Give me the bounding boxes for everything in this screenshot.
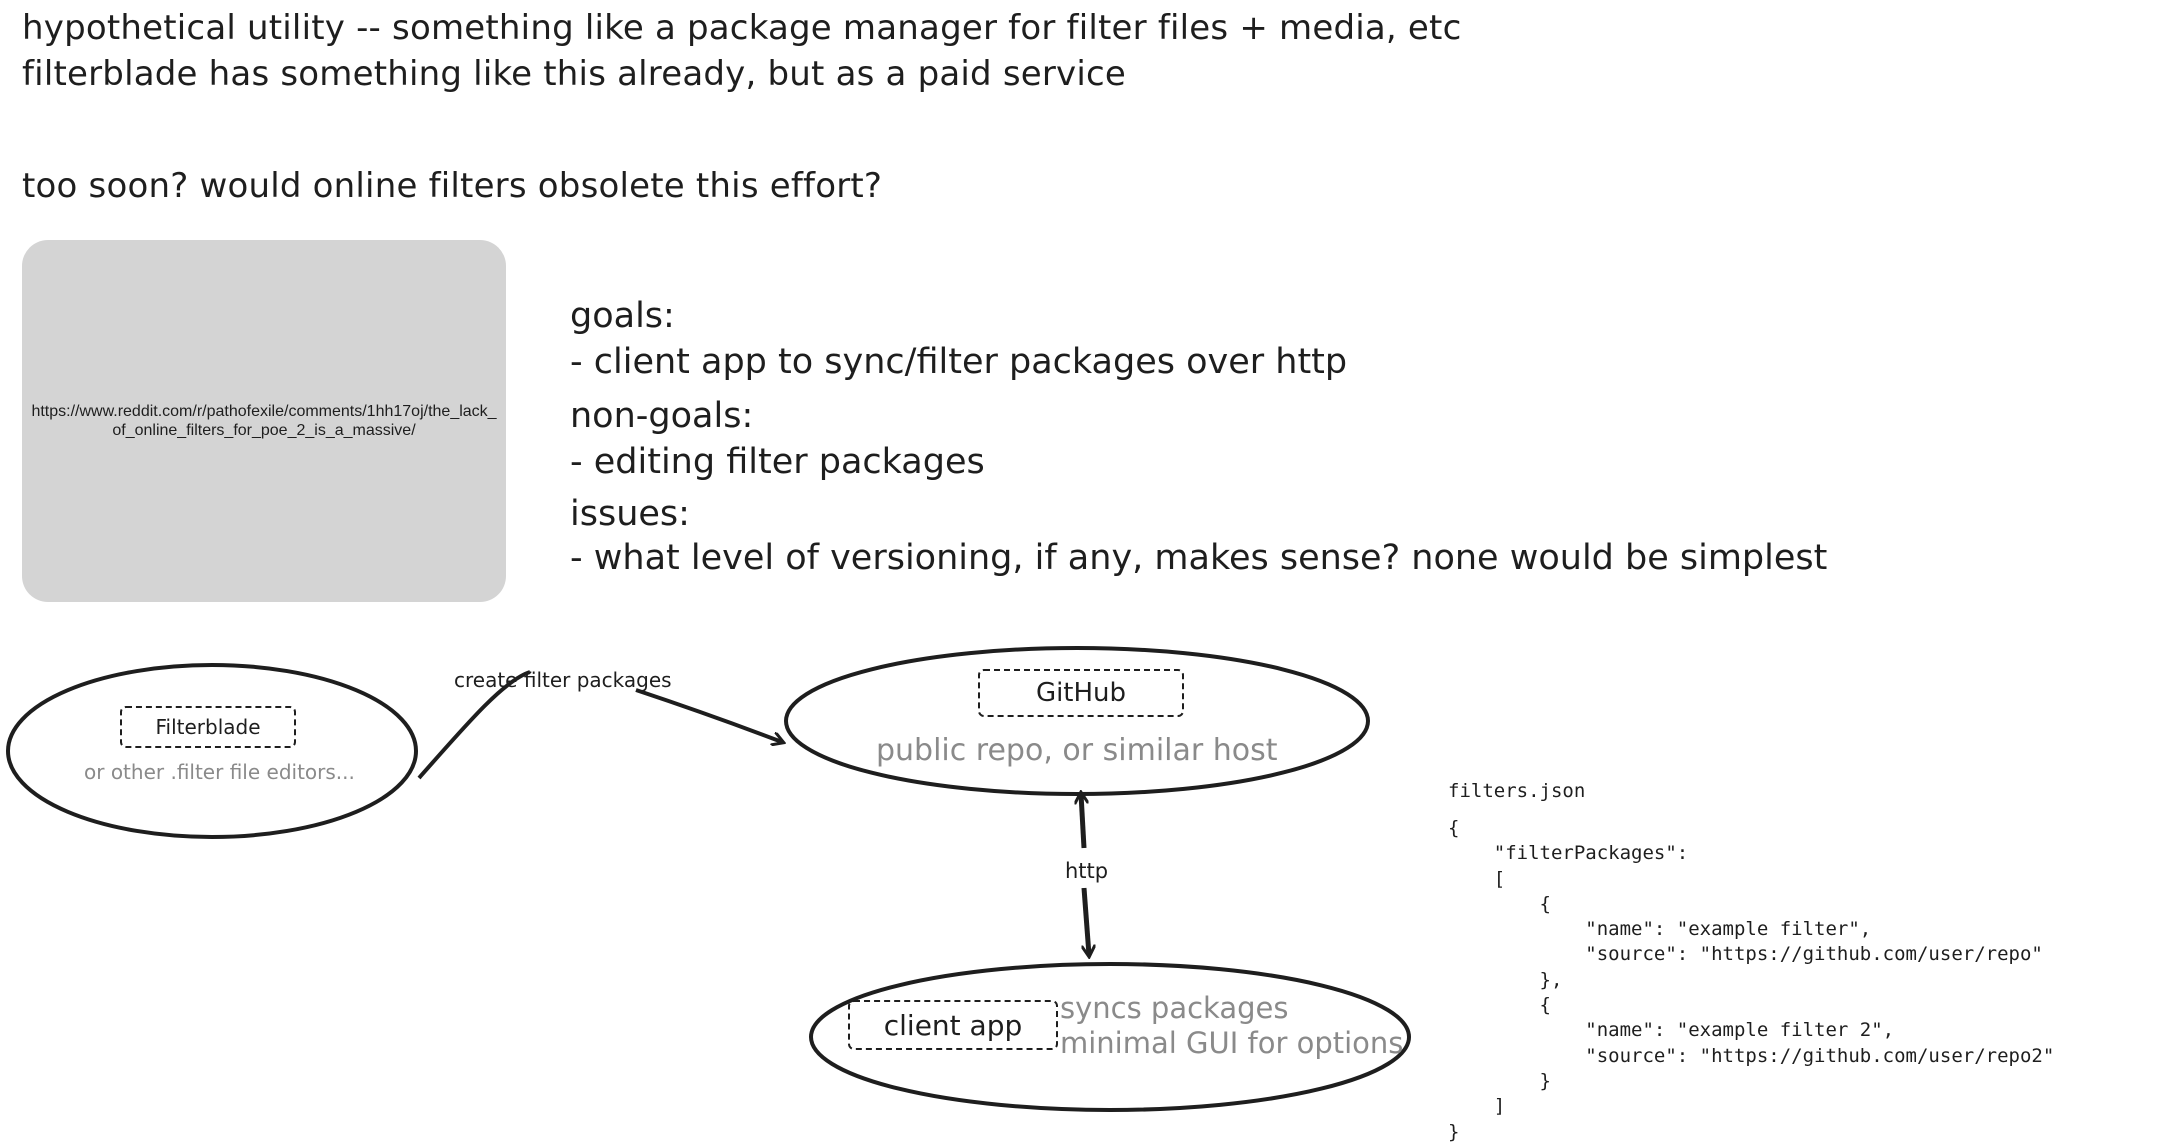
code-block: { "filterPackages": [ { "name": "example…: [1448, 816, 2054, 1145]
code-line: {: [1448, 994, 1551, 1017]
code-line: "name": "example filter",: [1448, 918, 1872, 941]
client-app-box[interactable]: client app: [848, 1000, 1058, 1050]
code-line: "filterPackages":: [1448, 842, 1689, 865]
code-line: {: [1448, 817, 1460, 839]
client-subtext-1: syncs packages: [1060, 991, 1289, 1025]
code-line: }: [1448, 1069, 1551, 1092]
code-line: {: [1448, 892, 1551, 915]
filterblade-label: Filterblade: [155, 715, 261, 739]
code-line: [: [1448, 867, 1506, 890]
http-arrow-up: [1081, 794, 1084, 849]
code-line: },: [1448, 968, 1563, 991]
code-line: ]: [1448, 1095, 1506, 1118]
filterblade-ellipse[interactable]: [6, 663, 418, 839]
filterblade-subtext: or other .filter file editors...: [84, 760, 355, 784]
client-subtext-2: minimal GUI for options: [1060, 1026, 1404, 1060]
create-packages-label: create filter packages: [454, 668, 672, 692]
code-line: "source": "https://github.com/user/repo": [1448, 943, 2043, 966]
create-packages-arrow: [635, 688, 782, 742]
filterblade-box[interactable]: Filterblade: [120, 706, 296, 748]
client-app-label: client app: [883, 1008, 1023, 1042]
code-line: "name": "example filter 2",: [1448, 1019, 1895, 1042]
github-label: GitHub: [1035, 678, 1127, 708]
code-filename: filters.json: [1448, 780, 1586, 802]
code-line: }: [1448, 1120, 1460, 1143]
github-box[interactable]: GitHub: [978, 669, 1184, 717]
github-subtext: public repo, or similar host: [876, 733, 1278, 768]
http-label: http: [1062, 859, 1112, 883]
code-line: "source": "https://github.com/user/repo2…: [1448, 1044, 2055, 1067]
http-arrow-down: [1084, 887, 1089, 955]
